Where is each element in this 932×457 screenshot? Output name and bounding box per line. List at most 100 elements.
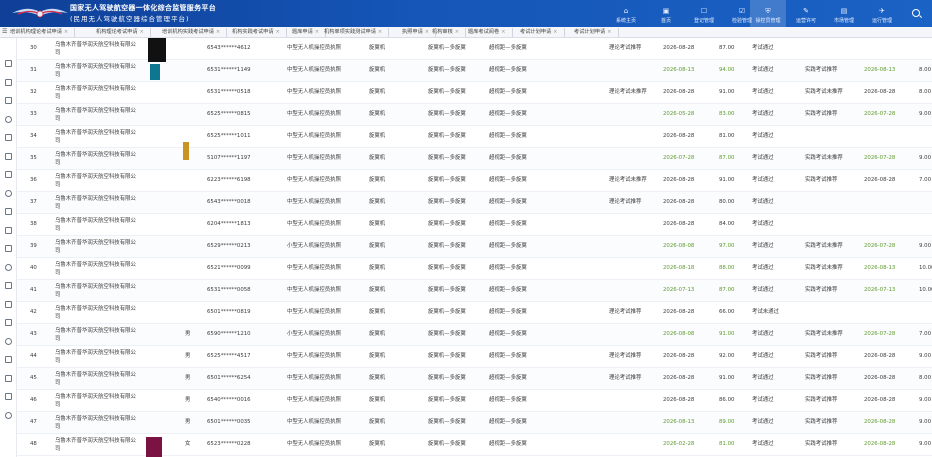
nav-dashboard[interactable]: ▣ 首页 xyxy=(648,0,684,27)
tab-item[interactable]: 机构实践考试申请 × xyxy=(232,28,287,37)
sidebar-menu-icon[interactable] xyxy=(5,97,12,104)
table-row[interactable]: 乌鲁木齐普华润天航空科技有限公司 38 6204******1813 中型无人机操控员… xyxy=(17,214,932,236)
sub-cell: 超视距—多旋翼 xyxy=(489,243,527,249)
nav-home[interactable]: ⌂ 系统主页 xyxy=(608,0,644,27)
table-row[interactable]: 乌鲁木齐普华润天航空科技有限公司 45 男 6501******6254 中型无人机操控… xyxy=(17,368,932,390)
lic-cell: 小型无人机操控员执照 xyxy=(287,243,341,249)
id-cell: 6223******6198 xyxy=(207,177,251,183)
table-row[interactable]: 乌鲁木齐普华润天航空科技有限公司 46 男 6540******0016 中型无人机操控… xyxy=(17,390,932,412)
close-icon[interactable]: × xyxy=(425,29,429,35)
nav-permit[interactable]: ✎ 运营许可 xyxy=(788,0,824,27)
sidebar-menu-icon[interactable] xyxy=(5,115,12,123)
table-row[interactable]: 乌鲁木齐普华润天航空科技有限公司 33 6525******0815 中型无人机操控员… xyxy=(17,104,932,126)
sidebar-menu-icon[interactable] xyxy=(5,245,12,252)
sidebar-menu-icon[interactable] xyxy=(5,263,12,271)
pscore-cell: 10.00 xyxy=(919,265,932,271)
tab-item[interactable]: 题库申请 × xyxy=(292,28,327,37)
score-cell: 97.00 xyxy=(719,243,735,249)
tab-item[interactable]: 机构审核 × xyxy=(432,28,467,37)
sidebar-menu-icon[interactable] xyxy=(5,226,12,234)
sub-cell: 超视距—多旋翼 xyxy=(489,397,527,403)
sidebar-menu-icon[interactable] xyxy=(5,171,12,178)
table-row[interactable]: 乌鲁木齐普华润天航空科技有限公司 36 6223******6198 中型无人机操控员… xyxy=(17,170,932,192)
table-row[interactable]: 乌鲁木齐普华润天航空科技有限公司 32 6531******0518 中型无人机操控员… xyxy=(17,82,932,104)
date-cell: 2026-07-13 xyxy=(663,287,695,293)
sidebar-menu-icon[interactable] xyxy=(5,411,12,419)
table-row[interactable]: 乌鲁木齐普华润天航空科技有限公司 34 6525******1011 中型无人机操控员… xyxy=(17,126,932,148)
table-row[interactable]: 乌鲁木齐普华润天航空科技有限公司 37 6543******0018 中型无人机操控员… xyxy=(17,192,932,214)
table-row[interactable]: 乌鲁木齐普华润天航空科技有限公司 40 6521******0099 中型无人机操控员… xyxy=(17,258,932,280)
table-row[interactable]: 乌鲁木齐普华润天航空科技有限公司 42 6501******0819 中型无人机操控员… xyxy=(17,302,932,324)
sidebar-menu-icon[interactable] xyxy=(5,152,12,160)
tab-item[interactable]: 考试计划申请 × xyxy=(520,28,565,37)
tab-item[interactable]: 题库考试阅卷 × xyxy=(468,28,513,37)
date-cell: 2026-08-18 xyxy=(663,265,695,271)
tab-item[interactable]: 考试计划申请 × xyxy=(574,28,619,37)
sidebar-menu-icon[interactable] xyxy=(5,319,12,326)
org-name-cell: 乌鲁木齐普华润天航空科技有限公司 xyxy=(55,42,136,56)
score-cell: 87.00 xyxy=(719,287,735,293)
nav-flight[interactable]: ✈ 运行管理 xyxy=(864,0,900,27)
search-icon[interactable] xyxy=(912,9,920,17)
top-header: 国家无人驾驶航空器一体化综合监管服务平台 (民用无人驾驶航空器综合管理平台) ⌂… xyxy=(0,0,932,27)
no-cell: 36 xyxy=(30,177,37,183)
close-icon[interactable]: × xyxy=(501,29,505,35)
sidebar-menu-icon[interactable] xyxy=(5,189,12,197)
sidebar-menu-icon[interactable] xyxy=(5,60,12,67)
sidebar-menu-icon[interactable] xyxy=(5,374,12,382)
result-cell: 考试通过 xyxy=(752,111,774,117)
nav-market[interactable]: ▤ 市场管理 xyxy=(826,0,862,27)
theory-cell: 理论考试推荐 xyxy=(609,199,642,205)
sidebar-menu-icon[interactable] xyxy=(5,356,12,363)
sidebar-menu-icon[interactable] xyxy=(5,282,12,289)
table-row[interactable]: 乌鲁木齐普华润天航空科技有限公司 35 5107******1197 中型无人机操控员… xyxy=(17,148,932,170)
tab-item[interactable]: 培训机构理论考试申请 × xyxy=(10,28,76,37)
close-icon[interactable]: × xyxy=(216,29,220,35)
close-icon[interactable]: × xyxy=(64,29,68,35)
table-row[interactable]: 乌鲁木齐普华润天航空科技有限公司 44 男 6525******4517 中型无人机操控… xyxy=(17,346,932,368)
sidebar-menu-icon[interactable] xyxy=(5,300,12,308)
close-icon[interactable]: × xyxy=(140,29,144,35)
tab-item[interactable]: 机构单项实践测试申请 × xyxy=(324,28,390,37)
sidebar-menu-icon[interactable] xyxy=(5,208,12,215)
tab-item[interactable]: 培训机构实践考试申请 × xyxy=(162,28,228,37)
close-icon[interactable]: × xyxy=(455,29,459,35)
org-name-cell: 乌鲁木齐普华润天航空科技有限公司 xyxy=(55,328,136,342)
pscore-cell: 9.00 xyxy=(919,441,932,447)
lic-cell: 中型无人机操控员执照 xyxy=(287,397,341,403)
close-icon[interactable]: × xyxy=(607,29,611,35)
sidebar-menu-icon[interactable] xyxy=(5,134,12,141)
org-name-cell: 乌鲁木齐普华润天航空科技有限公司 xyxy=(55,262,136,276)
close-icon[interactable]: × xyxy=(378,29,382,35)
score-cell: 66.00 xyxy=(719,309,735,315)
no-cell: 30 xyxy=(30,45,37,51)
nav-register[interactable]: ☐ 登记管理 xyxy=(686,0,722,27)
close-icon[interactable]: × xyxy=(276,29,280,35)
sidebar-menu-icon[interactable] xyxy=(5,337,12,345)
tab-label: 题库申请 xyxy=(292,29,313,35)
menu-toggle-icon[interactable]: ☰ xyxy=(2,28,7,35)
platform-title: 国家无人驾驶航空器一体化综合监管服务平台 xyxy=(70,4,216,12)
tab-item[interactable]: 机构理论考试申请 × xyxy=(96,28,151,37)
tab-label: 执照申请 xyxy=(402,29,423,35)
cls-cell: 旋翼机—多旋翼 xyxy=(428,287,466,293)
table-row[interactable]: 乌鲁木齐普华润天航空科技有限公司 41 6531******0058 中型无人机操控员… xyxy=(17,280,932,302)
nav-shield[interactable]: ⛨ 操控员管理 xyxy=(750,0,786,27)
no-cell: 48 xyxy=(30,441,37,447)
cls-cell: 旋翼机—多旋翼 xyxy=(428,397,466,403)
sub-cell: 超视距—多旋翼 xyxy=(489,221,527,227)
tab-item[interactable]: 执照申请 × xyxy=(402,28,437,37)
pdate-cell: 2026-08-28 xyxy=(864,375,896,381)
table-row[interactable]: 乌鲁木齐普华润天航空科技有限公司 43 男 6590******1210 小型无人机操控… xyxy=(17,324,932,346)
sidebar-menu-icon[interactable] xyxy=(5,393,12,400)
gender-cell: 男 xyxy=(185,419,191,425)
cls-cell: 旋翼机—多旋翼 xyxy=(428,177,466,183)
close-icon[interactable]: × xyxy=(553,29,557,35)
table-row[interactable]: 乌鲁木齐普华润天航空科技有限公司 47 男 6501******0035 中型无人机操控… xyxy=(17,412,932,434)
lic-cell: 中型无人机操控员执照 xyxy=(287,177,341,183)
result-cell: 考试通过 xyxy=(752,89,774,95)
close-icon[interactable]: × xyxy=(315,29,319,35)
no-cell: 44 xyxy=(30,353,37,359)
sidebar-menu-icon[interactable] xyxy=(5,78,12,86)
table-row[interactable]: 乌鲁木齐普华润天航空科技有限公司 39 6529******0213 小型无人机操控员… xyxy=(17,236,932,258)
